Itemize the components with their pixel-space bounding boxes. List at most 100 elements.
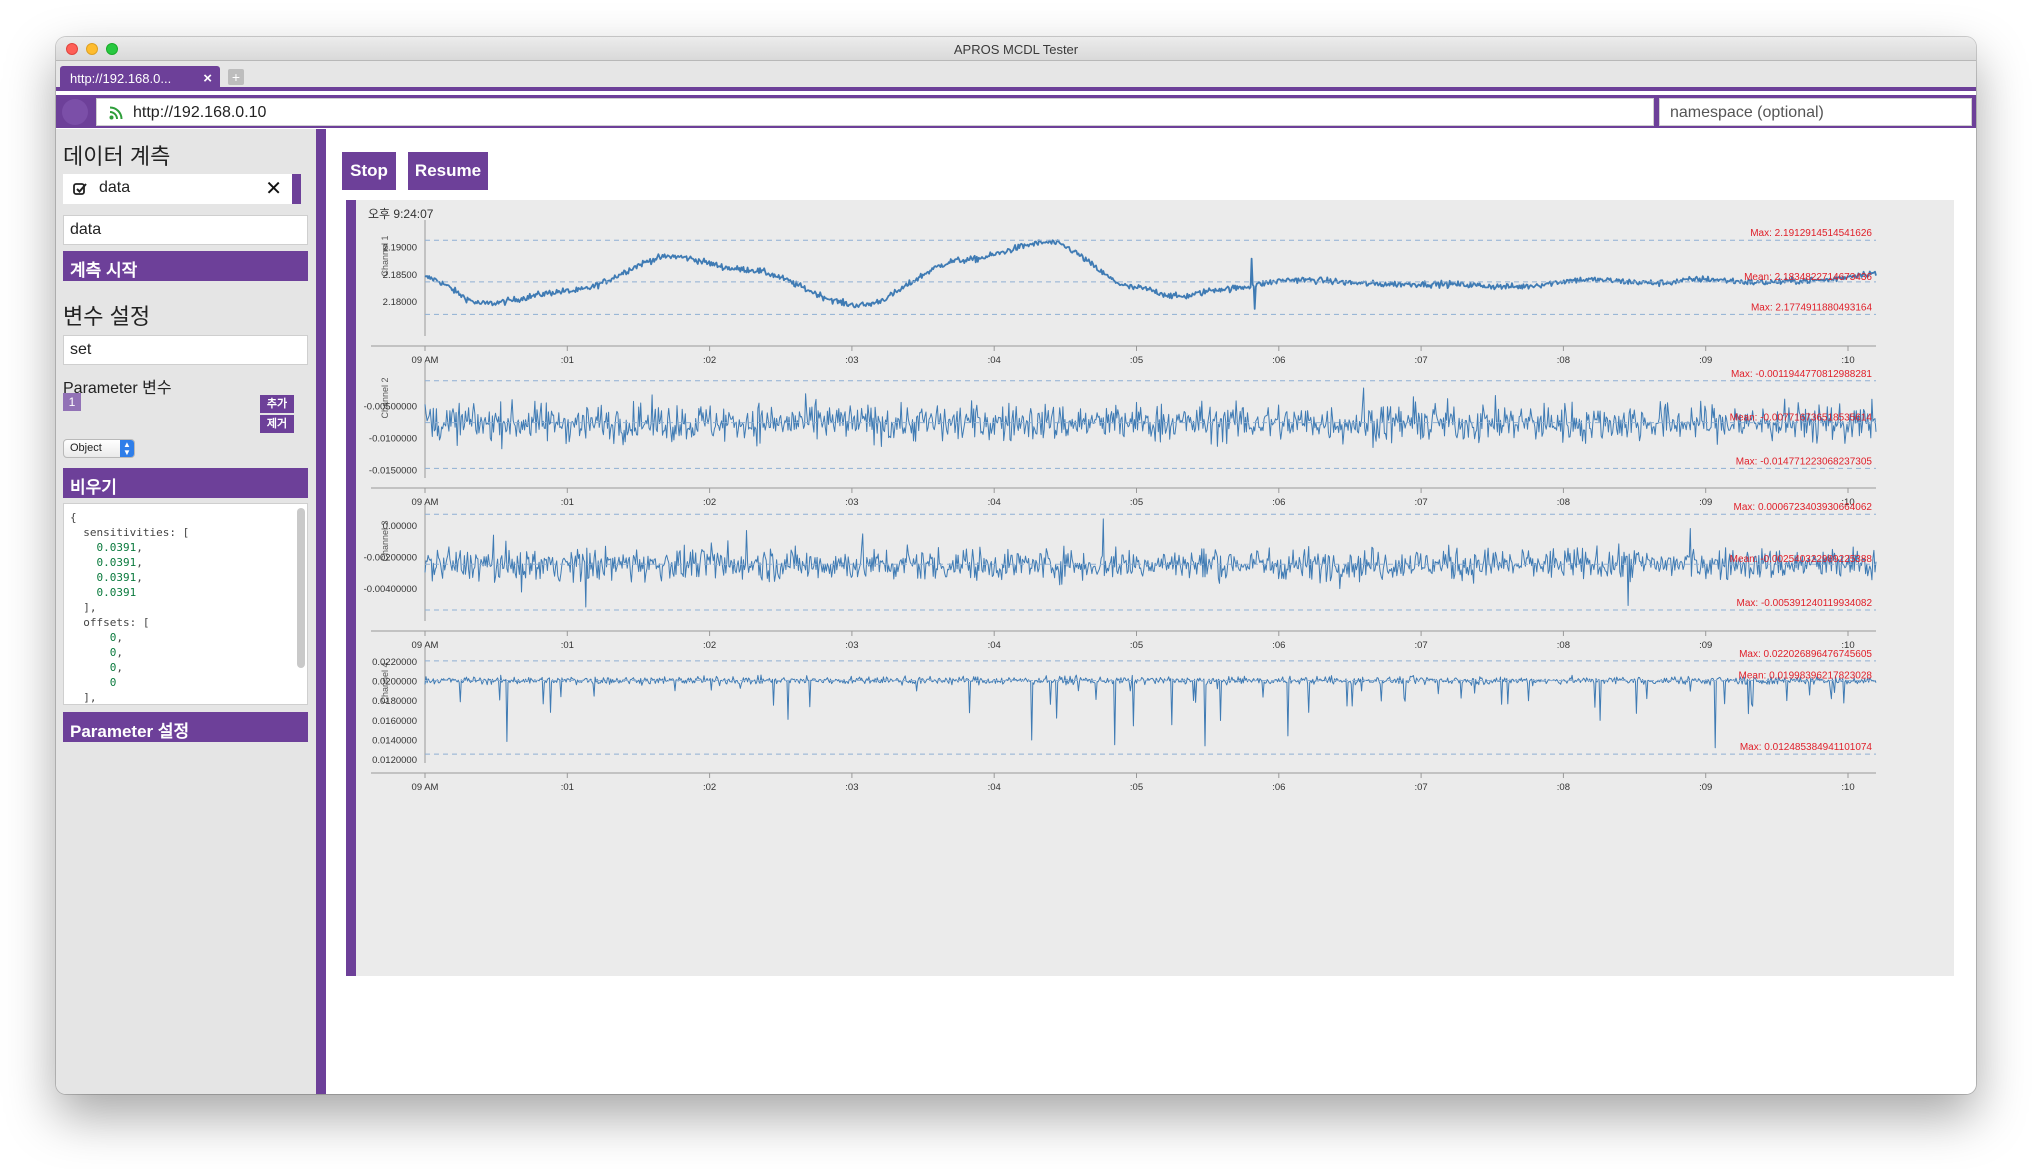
code-line: 0,: [109, 646, 123, 659]
x-tick-label: :05: [1130, 355, 1143, 366]
remove-param-button[interactable]: 제거: [260, 415, 294, 433]
x-tick-label: :09: [1699, 640, 1712, 651]
y-tick-label: -0.00200000: [364, 552, 417, 563]
series-line: [424, 674, 1877, 749]
x-tick-label: :08: [1557, 355, 1570, 366]
y-tick-label: 0.0180000: [372, 696, 417, 707]
app-logo: [62, 99, 88, 125]
rss-icon: [109, 106, 123, 120]
x-tick-label: :05: [1130, 782, 1143, 793]
type-select-value: Object: [70, 442, 102, 454]
x-tick-label: :06: [1272, 497, 1285, 508]
data-input[interactable]: data: [63, 215, 308, 245]
remove-icon[interactable]: ✕: [265, 176, 282, 201]
measure-heading: 데이터 계측: [63, 144, 171, 169]
code-line: sensitivities: [: [70, 526, 190, 539]
x-tick-label: :05: [1130, 640, 1143, 651]
y-tick-label: 2.19000: [383, 243, 417, 254]
max-annotation: Max: 2.1912914514541626: [1750, 228, 1872, 239]
y-tick-label: 0.0220000: [372, 657, 417, 668]
title-bar: APROS MCDL Tester: [56, 37, 1976, 61]
data-list-item[interactable]: data ✕: [63, 174, 301, 204]
x-tick-label: :01: [561, 782, 574, 793]
x-tick-label: :06: [1272, 782, 1285, 793]
mean-annotation: Mean: 2.1834822714673436: [1744, 272, 1872, 283]
y-tick-label: 2.18500: [383, 270, 417, 281]
x-tick-label: :08: [1557, 782, 1570, 793]
x-tick-label: :06: [1272, 355, 1285, 366]
channels-chart: 오후 9:24:07Channel 12.190002.185002.18000…: [364, 207, 1877, 793]
param-code-editor[interactable]: { sensitivities: [ 0.0391, 0.0391, 0.039…: [63, 503, 308, 705]
add-param-button[interactable]: 추가: [260, 395, 294, 413]
mean-annotation: Mean: -0.002540322989225388: [1730, 554, 1873, 565]
code-line: 0.0391: [96, 586, 137, 599]
code-line: 0.0391,: [96, 556, 143, 569]
tab-close-icon[interactable]: ×: [203, 70, 212, 87]
x-tick-label: :10: [1841, 355, 1854, 366]
checkbox-icon[interactable]: [73, 182, 87, 196]
stop-button[interactable]: Stop: [342, 152, 396, 190]
tab-label: http://192.168.0...: [70, 71, 172, 86]
mean-annotation: Mean: -0.007716736518535614: [1730, 413, 1873, 424]
x-tick-label: :10: [1841, 782, 1854, 793]
select-arrows-icon: ▲ ▼: [120, 440, 134, 457]
channel-panel-2: Channel 2-0.00500000 -0.0100000 -0.0150000…: [364, 362, 1877, 508]
series-line: [424, 387, 1877, 450]
series-line: [424, 239, 1877, 310]
x-tick-label: 09 AM: [412, 782, 439, 793]
x-tick-label: :04: [988, 782, 1001, 793]
data-item-label: data: [99, 179, 131, 196]
code-line: 0.0391,: [96, 571, 143, 584]
x-tick-label: :09: [1699, 355, 1712, 366]
new-tab-button[interactable]: +: [228, 69, 244, 85]
resume-button[interactable]: Resume: [408, 152, 488, 190]
set-input[interactable]: set: [63, 335, 308, 365]
x-tick-label: :09: [1699, 782, 1712, 793]
window-title: APROS MCDL Tester: [953, 42, 1079, 57]
tab-active[interactable]: http://192.168.0... ×: [60, 66, 220, 91]
clear-button[interactable]: 비우기: [63, 468, 308, 498]
x-tick-label: :01: [561, 355, 574, 366]
code-text: { sensitivities: [ 0.0391, 0.0391, 0.039…: [70, 510, 190, 704]
x-tick-label: :06: [1272, 640, 1285, 651]
main-content: Stop Resume 오후 9:24:07 Channel 1 2.19000 2.…: [326, 129, 1976, 1094]
x-tick-label: :04: [988, 355, 1001, 366]
tab-bar: http://192.168.0... × +: [56, 61, 1976, 91]
url-input[interactable]: http://192.168.0.10: [96, 98, 1654, 126]
y-tick-label: -0.00500000: [364, 401, 417, 412]
x-tick-label: :09: [1699, 497, 1712, 508]
y-tick-label: 2.18000: [383, 297, 417, 308]
x-tick-label: :02: [703, 497, 716, 508]
x-tick-label: :02: [703, 640, 716, 651]
y-tick-label: -0.00400000: [364, 584, 417, 595]
min-annotation: Max: -0.005391240119934082: [1737, 598, 1873, 609]
x-tick-label: :04: [988, 640, 1001, 651]
series-line: [424, 518, 1877, 608]
code-line: ],: [70, 601, 97, 614]
app-window: APROS MCDL Tester http://192.168.0... × …: [56, 37, 1976, 1094]
y-axis-label: Channel 2: [380, 377, 390, 418]
sidebar: 데이터 계측 data ✕ data 계측 시작 변수 설정 set Param…: [56, 129, 326, 1094]
code-line: 0: [109, 676, 117, 689]
address-bar: http://192.168.0.10 namespace (optional): [56, 95, 1976, 128]
code-line: {: [70, 511, 77, 524]
var-heading: 변수 설정: [63, 304, 151, 329]
chart-timestamp: 오후 9:24:07: [368, 207, 434, 221]
code-scrollbar[interactable]: [297, 508, 305, 668]
x-tick-label: :03: [845, 640, 858, 651]
param-set-button[interactable]: Parameter 설정: [63, 712, 308, 742]
start-measure-button[interactable]: 계측 시작: [63, 251, 308, 281]
x-tick-label: :03: [845, 497, 858, 508]
y-tick-label: 0.0200000: [372, 676, 417, 687]
type-select[interactable]: Object ▲ ▼: [63, 439, 135, 458]
namespace-input[interactable]: namespace (optional): [1659, 98, 1972, 126]
min-annotation: Max: -0.014771223068237305: [1736, 456, 1873, 467]
max-annotation: Max: -0.0011944770812988281: [1731, 369, 1872, 380]
x-tick-label: :03: [845, 355, 858, 366]
chart-panel: 오후 9:24:07 Channel 1 2.19000 2.18500 2.18000…: [346, 200, 1954, 976]
x-tick-label: :08: [1557, 497, 1570, 508]
y-tick-label: -0.0100000: [369, 433, 417, 444]
x-tick-label: :07: [1414, 782, 1427, 793]
max-annotation: Max: 0.022026896476745605: [1739, 649, 1872, 660]
code-line: ],: [70, 691, 97, 704]
